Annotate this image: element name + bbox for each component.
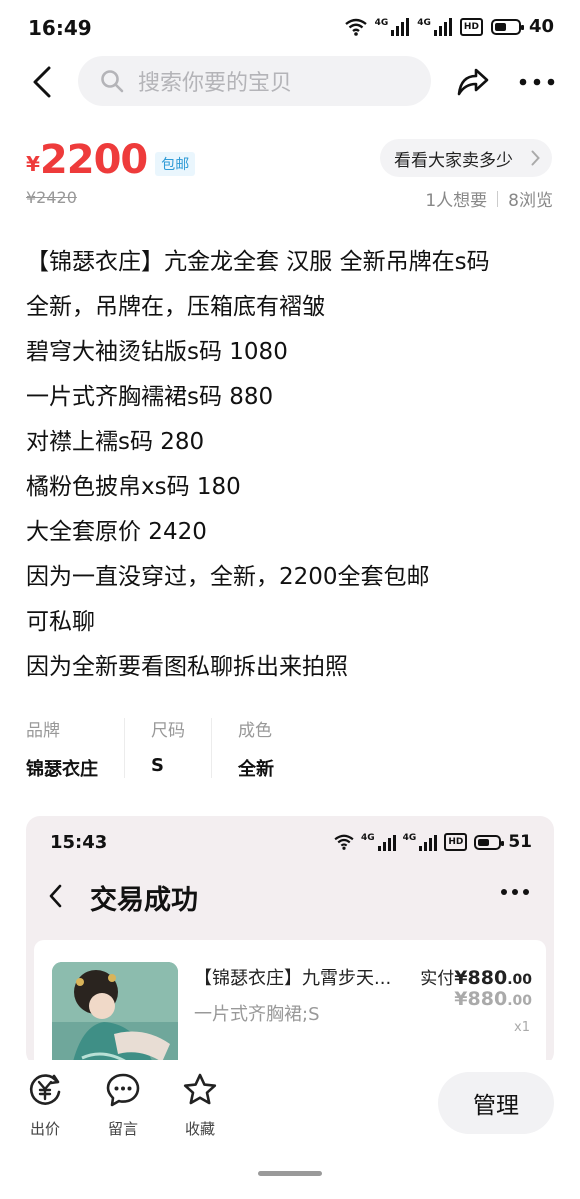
status-icons: 4G 4G HD 40: [344, 16, 554, 37]
description-line: 碧穹大袖烫钻版s码 1080: [26, 339, 288, 365]
description-line: 因为全新要看图私聊拆出来拍照: [26, 654, 348, 680]
screenshot-order-card: 【锦瑟衣庄】九霄步天... 一片式齐胸裙;S 实付 ¥880.00 ¥880.00…: [34, 940, 546, 1066]
more-dots-icon: [519, 78, 555, 86]
hd-icon: HD: [444, 833, 468, 851]
comment-button[interactable]: 留言: [98, 1072, 148, 1139]
manage-button[interactable]: 管理: [438, 1072, 554, 1134]
attribute-value: 锦瑟衣庄: [26, 759, 98, 780]
compare-prices-button[interactable]: 看看大家卖多少: [380, 139, 552, 177]
status-time: 16:49: [28, 16, 92, 40]
order-original-price: ¥880.00: [454, 988, 532, 1010]
price-symbol: ¥: [26, 152, 40, 176]
stats-divider: [497, 190, 499, 207]
price-row: ¥ 2200 包邮: [26, 137, 196, 183]
attribute-label: 尺码: [151, 721, 185, 741]
product-image-order-screenshot[interactable]: 15:43 4G 4G HD 51 交易成功 【锦瑟衣庄】九霄步天... 一片式…: [26, 816, 554, 1066]
bottom-action-bar: 出价 留言 收藏 管理: [0, 1060, 580, 1199]
more-button[interactable]: [514, 62, 560, 102]
attribute-label: 品牌: [26, 721, 60, 741]
paid-decimal: .00: [507, 972, 532, 988]
wifi-icon: [344, 18, 367, 36]
order-product-title: 【锦瑟衣庄】九霄步天...: [194, 968, 392, 989]
description-line: 橘粉色披帛xs码 180: [26, 474, 241, 500]
attribute-divider: [211, 718, 212, 778]
battery-icon: [490, 18, 524, 35]
description-line: 大全套原价 2420: [26, 519, 207, 545]
search-placeholder: 搜索你要的宝贝: [138, 71, 293, 96]
search-icon: [101, 70, 124, 93]
attribute-label: 成色: [238, 721, 272, 741]
orig-symbol: ¥: [454, 988, 468, 1010]
comment-bubble-icon: [106, 1073, 140, 1107]
order-paid-amount: 实付 ¥880.00: [420, 964, 532, 989]
attribute-brand: 品牌 锦瑟衣庄: [26, 716, 98, 780]
wifi-icon: [334, 834, 354, 850]
comment-label: 留言: [107, 1120, 138, 1138]
attributes-row: 品牌 锦瑟衣庄 尺码 S 成色 全新: [26, 716, 274, 780]
wants-count: 1人想要: [425, 191, 488, 211]
bid-label: 出价: [29, 1120, 60, 1138]
order-quantity: x1: [514, 1020, 530, 1035]
star-icon: [183, 1073, 217, 1105]
description-line: 对襟上襦s码 280: [26, 429, 205, 455]
compare-prices-label: 看看大家卖多少: [394, 150, 513, 171]
top-nav: 搜索你要的宝贝: [0, 56, 580, 108]
favorite-label: 收藏: [184, 1120, 215, 1138]
description-line: 可私聊: [26, 609, 95, 635]
screenshot-battery-level: 51: [508, 832, 532, 852]
share-icon: [457, 68, 489, 96]
paid-label: 实付: [420, 969, 455, 989]
paid-symbol: ¥: [454, 967, 468, 989]
signal-icon-2: 4G: [417, 17, 452, 36]
price-value: 2200: [39, 137, 148, 183]
orig-decimal: .00: [507, 993, 532, 1009]
share-button[interactable]: [452, 62, 494, 102]
attribute-divider: [124, 718, 125, 778]
screenshot-more-icon: [501, 889, 529, 895]
item-description: 【锦瑟衣庄】亢金龙全套 汉服 全新吊牌在s码 全新，吊牌在，压箱底有褶皱 碧穹大…: [26, 240, 556, 690]
free-shipping-badge: 包邮: [155, 152, 196, 176]
status-bar: 16:49 4G 4G HD 40: [0, 0, 580, 56]
description-line: 因为一直没穿过，全新，2200全套包邮: [26, 564, 430, 590]
attribute-condition: 成色 全新: [238, 716, 274, 780]
home-indicator: [258, 1171, 322, 1176]
attribute-size: 尺码 S: [151, 716, 185, 778]
product-thumbnail: [52, 962, 178, 1066]
signal-icon: 4G: [375, 17, 410, 36]
favorite-button[interactable]: 收藏: [175, 1072, 225, 1139]
bid-button[interactable]: 出价: [20, 1072, 70, 1139]
search-input[interactable]: 搜索你要的宝贝: [78, 56, 431, 106]
orig-integer: 880: [467, 988, 508, 1010]
description-line: 全新，吊牌在，压箱底有褶皱: [26, 294, 325, 320]
order-sku: 一片式齐胸裙;S: [194, 1004, 320, 1025]
back-arrow-icon: [33, 66, 51, 98]
description-line: 【锦瑟衣庄】亢金龙全套 汉服 全新吊牌在s码: [26, 249, 490, 275]
hd-icon: HD: [459, 17, 483, 36]
item-stats: 1人想要 8浏览: [425, 186, 553, 211]
battery-icon: [474, 834, 505, 850]
views-count: 8浏览: [508, 191, 553, 211]
original-price: ¥2420: [26, 188, 77, 207]
signal-icon: 4G: [361, 833, 396, 851]
signal-icon-2: 4G: [403, 833, 438, 851]
battery-level: 40: [528, 16, 554, 37]
paid-integer: 880: [467, 967, 508, 989]
screenshot-status-icons: 4G 4G HD 51: [334, 832, 532, 852]
screenshot-title: 交易成功: [90, 885, 198, 916]
bid-yuan-icon: [29, 1074, 61, 1105]
back-button[interactable]: [22, 62, 62, 102]
screenshot-back-icon: [49, 884, 62, 908]
chevron-right-icon: [531, 150, 540, 166]
description-line: 一片式齐胸襦裙s码 880: [26, 384, 274, 410]
screenshot-status-time: 15:43: [50, 832, 108, 853]
attribute-value: S: [151, 755, 164, 776]
attribute-value: 全新: [238, 759, 274, 780]
